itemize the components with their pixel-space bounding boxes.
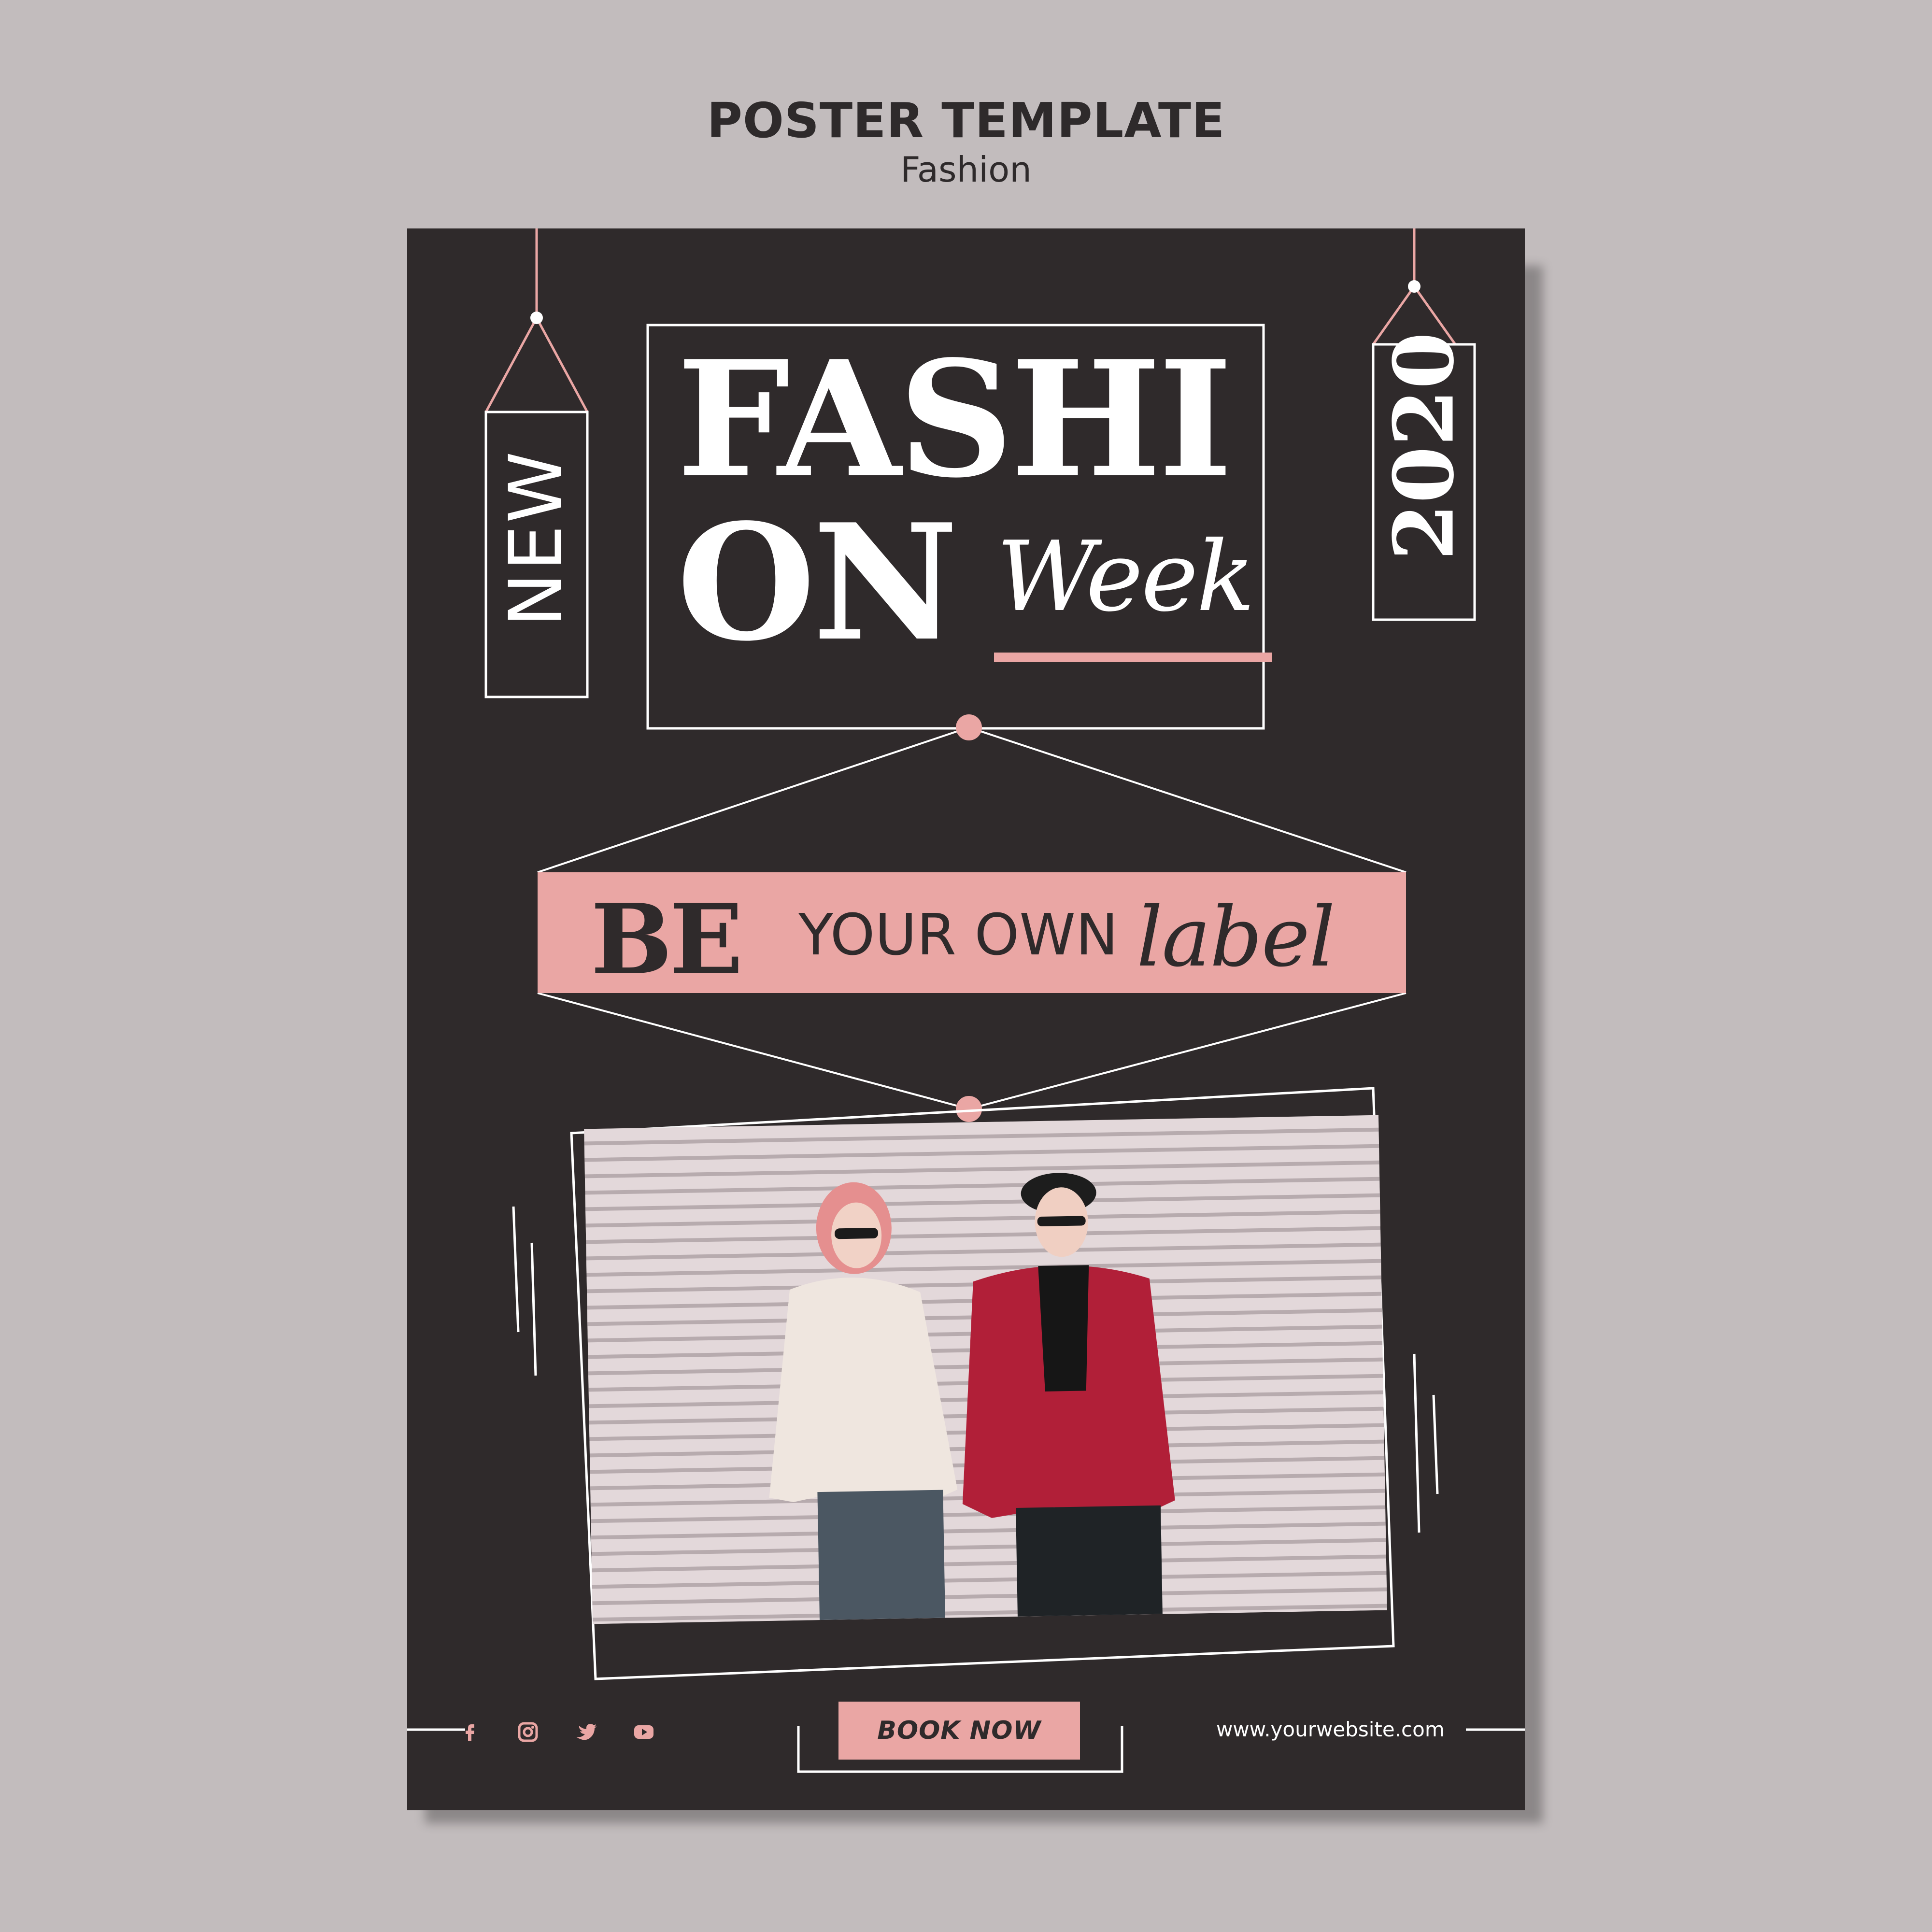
- slogan-be: BE: [591, 883, 743, 996]
- year-tag-text: 2020: [1376, 332, 1473, 561]
- slogan-label: label: [1136, 890, 1335, 985]
- facebook-icon[interactable]: [456, 1719, 483, 1746]
- slogan-your-own: YOUR OWN: [798, 901, 1119, 968]
- headline-fashi: FASHI: [677, 326, 1233, 513]
- website-link[interactable]: www.yourwebsite.com: [1216, 1719, 1445, 1740]
- youtube-icon[interactable]: [630, 1719, 657, 1746]
- page-subtitle: Fashion: [900, 149, 1032, 190]
- new-tag-text: NEW: [494, 449, 578, 627]
- instagram-icon[interactable]: [514, 1719, 541, 1746]
- twitter-icon[interactable]: [572, 1719, 599, 1746]
- headline-on: ON: [677, 489, 958, 676]
- headline-week: Week: [996, 521, 1255, 633]
- book-now-button[interactable]: BOOK NOW: [838, 1702, 1080, 1760]
- fashion-photo: [584, 1115, 1387, 1624]
- page-title: POSTER TEMPLATE: [707, 92, 1225, 149]
- slogan-banner: BE YOUR OWN label: [538, 872, 1406, 993]
- poster: FASHI ON Week NEW 2020 BE YOUR OWN label: [407, 228, 1525, 1810]
